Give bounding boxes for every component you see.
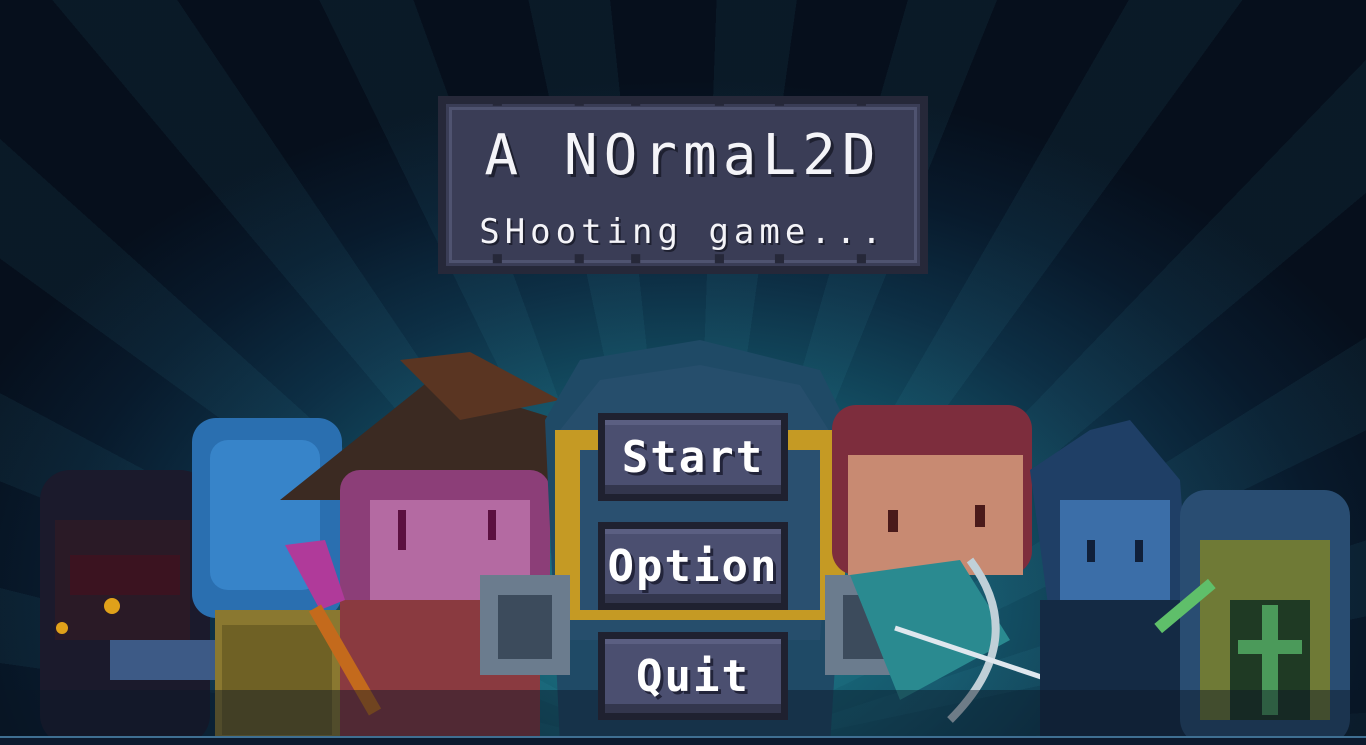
game-title: A NOrmaL2D: [484, 123, 882, 188]
quit-button[interactable]: Quit: [598, 632, 788, 720]
game-title-panel: A NOrmaL2D SHooting game...: [438, 96, 928, 274]
option-button[interactable]: Option: [598, 522, 788, 610]
game-subtitle: SHooting game...: [479, 212, 887, 252]
bottom-edge-strip: [0, 736, 1366, 745]
start-button[interactable]: Start: [598, 413, 788, 501]
main-menu-screen: A NOrmaL2D SHooting game... Start Option…: [0, 0, 1366, 745]
